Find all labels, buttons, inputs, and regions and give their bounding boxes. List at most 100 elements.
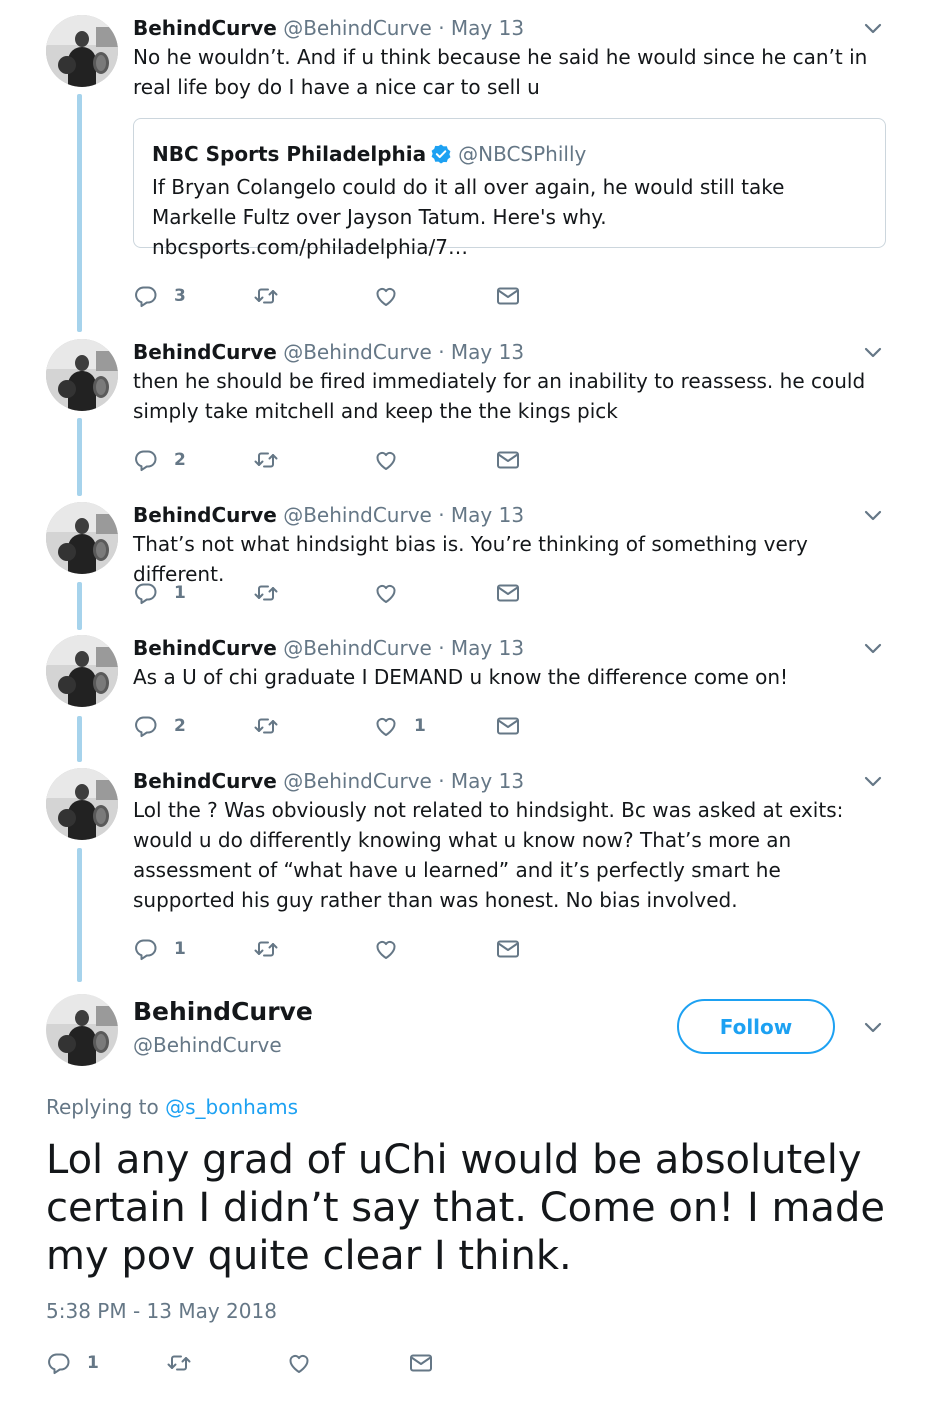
user-handle[interactable]: @BehindCurve — [283, 340, 432, 364]
reply-icon — [133, 580, 159, 606]
retweet-button[interactable] — [253, 283, 279, 309]
like-button[interactable] — [373, 447, 399, 473]
quote-user-handle: @NBCSPhilly — [458, 142, 587, 166]
tweet-text: No he wouldn’t. And if u think because h… — [133, 45, 874, 99]
heart-icon — [373, 713, 399, 739]
heart-icon — [373, 580, 399, 606]
retweet-button[interactable] — [166, 1350, 192, 1376]
like-count: 1 — [414, 716, 426, 736]
reply-tweet[interactable]: BehindCurve @BehindCurve · May 13 No he … — [0, 15, 928, 315]
direct-message-button[interactable] — [408, 1350, 434, 1376]
separator: · — [438, 16, 445, 40]
reply-tweet[interactable]: BehindCurve @BehindCurve · May 13 Lol th… — [0, 768, 928, 968]
reply-button[interactable]: 2 — [133, 713, 186, 739]
direct-message-button[interactable] — [495, 936, 521, 962]
reply-button[interactable]: 1 — [133, 580, 186, 606]
chevron-down-icon[interactable] — [862, 637, 884, 659]
user-name[interactable]: BehindCurve — [133, 769, 277, 793]
heart-icon — [373, 447, 399, 473]
main-user-handle[interactable]: @BehindCurve — [133, 1032, 282, 1058]
reply-button[interactable]: 1 — [46, 1350, 99, 1376]
envelope-icon — [495, 580, 521, 606]
follow-button[interactable]: Follow — [677, 999, 835, 1054]
like-button[interactable]: 1 — [373, 713, 426, 739]
reply-tweet[interactable]: BehindCurve @BehindCurve · May 13 then h… — [0, 339, 928, 479]
tweet-date[interactable]: May 13 — [451, 769, 524, 793]
reply-icon — [133, 936, 159, 962]
avatar[interactable] — [46, 339, 118, 411]
reply-tweet[interactable]: BehindCurve @BehindCurve · May 13 That’s… — [0, 502, 928, 612]
like-button[interactable] — [286, 1350, 312, 1376]
direct-message-button[interactable] — [495, 713, 521, 739]
reply-button[interactable]: 1 — [133, 936, 186, 962]
tweet-text: Lol the ? Was obviously not related to h… — [133, 798, 850, 912]
user-name[interactable]: BehindCurve — [133, 16, 277, 40]
heart-icon — [373, 283, 399, 309]
reply-button[interactable]: 3 — [133, 283, 186, 309]
reply-count: 3 — [174, 286, 186, 306]
tweet-timestamp[interactable]: 5:38 PM - 13 May 2018 — [46, 1298, 277, 1324]
tweet-date[interactable]: May 13 — [451, 636, 524, 660]
tweet-text: then he should be fired immediately for … — [133, 369, 872, 423]
separator: · — [438, 636, 445, 660]
retweet-button[interactable] — [253, 580, 279, 606]
chevron-down-icon[interactable] — [862, 341, 884, 363]
replying-mention-link[interactable]: @s_bonhams — [165, 1095, 298, 1119]
quote-user-name: NBC Sports Philadelphia — [152, 142, 427, 166]
separator: · — [438, 340, 445, 364]
verified-badge-icon — [430, 143, 452, 165]
reply-count: 2 — [174, 716, 186, 736]
avatar[interactable] — [46, 502, 118, 574]
retweet-button[interactable] — [253, 713, 279, 739]
envelope-icon — [495, 936, 521, 962]
chevron-down-icon[interactable] — [862, 770, 884, 792]
tweet-header: BehindCurve @BehindCurve · May 13 — [133, 768, 524, 794]
avatar[interactable] — [46, 994, 118, 1066]
heart-icon — [373, 936, 399, 962]
separator: · — [438, 503, 445, 527]
reply-count: 1 — [87, 1353, 99, 1373]
tweet-date[interactable]: May 13 — [451, 340, 524, 364]
reply-icon — [133, 283, 159, 309]
direct-message-button[interactable] — [495, 447, 521, 473]
like-button[interactable] — [373, 580, 399, 606]
chevron-down-icon[interactable] — [862, 1016, 884, 1038]
tweet-text: As a U of chi graduate I DEMAND u know t… — [133, 665, 789, 689]
reply-button[interactable]: 2 — [133, 447, 186, 473]
avatar[interactable] — [46, 15, 118, 87]
envelope-icon — [495, 713, 521, 739]
chevron-down-icon[interactable] — [862, 17, 884, 39]
replying-to: Replying to @s_bonhams — [46, 1094, 298, 1120]
user-name[interactable]: BehindCurve — [133, 340, 277, 364]
retweet-icon — [253, 936, 279, 962]
reply-icon — [133, 713, 159, 739]
user-handle[interactable]: @BehindCurve — [283, 16, 432, 40]
user-handle[interactable]: @BehindCurve — [283, 636, 432, 660]
reply-count: 2 — [174, 450, 186, 470]
quoted-tweet[interactable]: NBC Sports Philadelphia @NBCSPhilly If Br… — [133, 118, 886, 259]
direct-message-button[interactable] — [495, 580, 521, 606]
reply-icon — [46, 1350, 72, 1376]
tweet-date[interactable]: May 13 — [451, 16, 524, 40]
avatar[interactable] — [46, 635, 118, 707]
retweet-icon — [253, 447, 279, 473]
retweet-button[interactable] — [253, 447, 279, 473]
user-handle[interactable]: @BehindCurve — [283, 503, 432, 527]
direct-message-button[interactable] — [495, 283, 521, 309]
user-name[interactable]: BehindCurve — [133, 503, 277, 527]
tweet-header: BehindCurve @BehindCurve · May 13 — [133, 635, 524, 661]
retweet-button[interactable] — [253, 936, 279, 962]
user-name[interactable]: BehindCurve — [133, 636, 277, 660]
heart-icon — [286, 1350, 312, 1376]
reply-tweet[interactable]: BehindCurve @BehindCurve · May 13 As a U… — [0, 635, 928, 745]
reply-count: 1 — [174, 939, 186, 959]
tweet-date[interactable]: May 13 — [451, 503, 524, 527]
user-handle[interactable]: @BehindCurve — [283, 769, 432, 793]
quote-text: If Bryan Colangelo could do it all over … — [152, 175, 785, 259]
main-user-name[interactable]: BehindCurve — [133, 996, 313, 1028]
avatar[interactable] — [46, 768, 118, 840]
like-button[interactable] — [373, 283, 399, 309]
like-button[interactable] — [373, 936, 399, 962]
retweet-icon — [253, 283, 279, 309]
chevron-down-icon[interactable] — [862, 504, 884, 526]
